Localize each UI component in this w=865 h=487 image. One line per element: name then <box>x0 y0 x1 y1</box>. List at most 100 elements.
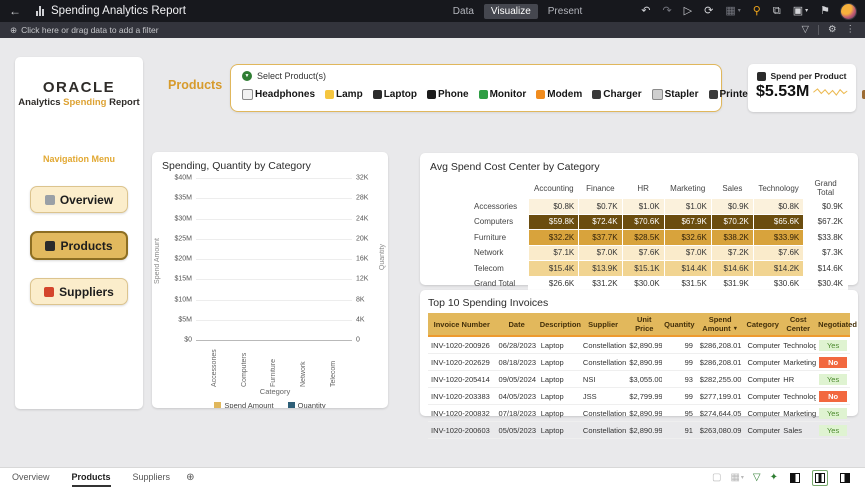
product-filter-box[interactable]: ▼ Select Product(s) HeadphonesLampLaptop… <box>230 64 722 112</box>
canvas-tab-products[interactable]: Products <box>72 468 111 487</box>
invoice-col-quantity[interactable]: Quantity <box>662 313 696 336</box>
chip-label: Charger <box>603 89 641 100</box>
invoice-col-spend-amount[interactable]: Spend Amount▼ <box>696 313 745 336</box>
pivot-grand-total-cell[interactable]: $33.8K <box>804 230 848 246</box>
pivot-value-cell[interactable]: $7.1K <box>529 245 579 261</box>
invoice-col-category[interactable]: Category <box>744 313 780 336</box>
pivot-value-cell[interactable]: $0.9K <box>711 199 753 215</box>
pivot-value-cell[interactable]: $72.4K <box>579 214 622 230</box>
invoice-cell: 91 <box>662 422 696 439</box>
product-chip-printer[interactable]: Printer <box>709 89 752 100</box>
product-chip-phone[interactable]: Phone <box>427 89 469 100</box>
preview-image-icon[interactable]: ▢ <box>712 472 721 483</box>
pivot-value-cell[interactable]: $65.6K <box>753 214 803 230</box>
pivot-value-cell[interactable]: $7.6K <box>622 245 664 261</box>
undo-icon[interactable]: ↶ <box>641 6 650 17</box>
add-canvas-button[interactable]: ⊕ <box>186 472 194 483</box>
product-chip-lamp[interactable]: Lamp <box>325 89 363 100</box>
back-button[interactable]: ← <box>0 0 30 22</box>
pivot-value-cell[interactable]: $1.0K <box>664 199 711 215</box>
pivot-value-cell[interactable]: $15.1K <box>622 261 664 277</box>
invoice-row: INV-1020-20083207/18/2023LaptopConstella… <box>428 405 850 422</box>
save-icon[interactable]: ▣▾ <box>793 6 808 17</box>
canvas-layout-icon[interactable]: ▦▾ <box>730 472 743 483</box>
redo-icon[interactable]: ↷ <box>662 6 671 17</box>
mode-tab-present[interactable]: Present <box>541 4 589 19</box>
filter-green-icon[interactable]: ▽ <box>753 472 761 483</box>
pivot-value-cell[interactable]: $0.8K <box>753 199 803 215</box>
pivot-value-cell[interactable]: $28.5K <box>622 230 664 246</box>
pivot-value-cell[interactable]: $32.6K <box>664 230 711 246</box>
canvas-tab-overview[interactable]: Overview <box>12 468 50 487</box>
pivot-value-cell[interactable]: $14.6K <box>711 261 753 277</box>
auto-insights-icon[interactable]: ✦ <box>770 472 778 483</box>
product-chip-stapler[interactable]: Stapler <box>652 89 699 100</box>
invoice-col-supplier[interactable]: Supplier <box>580 313 626 336</box>
negotiated-badge: Yes <box>819 374 847 385</box>
refresh-data-icon[interactable]: ⟳ <box>704 6 713 17</box>
legend-spend-amount: Spend Amount <box>214 401 273 408</box>
gear-icon[interactable]: ⚙ <box>828 25 837 35</box>
pivot-value-cell[interactable]: $7.0K <box>579 245 622 261</box>
pivot-value-cell[interactable]: $59.8K <box>529 214 579 230</box>
product-chip-monitor[interactable]: Monitor <box>479 89 527 100</box>
pivot-value-cell[interactable]: $33.9K <box>753 230 803 246</box>
pivot-value-cell[interactable]: $0.7K <box>579 199 622 215</box>
sidebar-item-products[interactable]: Products <box>30 231 128 260</box>
add-filter-button[interactable]: ⊕ Click here or drag data to add a filte… <box>10 25 159 36</box>
mode-tab-visualize[interactable]: Visualize <box>484 4 538 19</box>
invoice-col-unit-price[interactable]: Unit Price <box>626 313 662 336</box>
charger-icon <box>592 90 601 99</box>
panel-layout-right-icon[interactable] <box>837 470 853 486</box>
canvas-tab-suppliers[interactable]: Suppliers <box>133 468 171 487</box>
pivot-value-cell[interactable]: $70.2K <box>711 214 753 230</box>
pivot-value-cell[interactable]: $15.4K <box>529 261 579 277</box>
product-chip-modem[interactable]: Modem <box>536 89 582 100</box>
product-chip-headphones[interactable]: Headphones <box>242 89 315 100</box>
invoice-cell: No <box>816 388 850 405</box>
pivot-value-cell[interactable]: $13.9K <box>579 261 622 277</box>
pivot-value-cell[interactable]: $14.2K <box>753 261 803 277</box>
pivot-value-cell[interactable]: $7.6K <box>753 245 803 261</box>
panel-layout-left-icon[interactable] <box>787 470 803 486</box>
invoice-col-date[interactable]: Date <box>496 313 538 336</box>
pivot-value-cell[interactable]: $70.6K <box>622 214 664 230</box>
product-chip-laptop[interactable]: Laptop <box>373 89 417 100</box>
invoice-cell: $2,890.99 <box>626 336 662 354</box>
invoice-col-negotiated[interactable]: Negotiated <box>816 313 850 336</box>
invoice-col-invoice-number[interactable]: Invoice Number <box>428 313 496 336</box>
insights-lightbulb-icon[interactable]: ⚲ <box>753 6 761 17</box>
panel-layout-middle-icon[interactable] <box>812 470 828 486</box>
sidebar-item-suppliers[interactable]: Suppliers <box>30 278 128 305</box>
pivot-value-cell[interactable]: $32.2K <box>529 230 579 246</box>
invoice-cell: Constellation <box>580 336 626 354</box>
axis-tick: $10M <box>174 296 192 303</box>
sidebar-item-overview[interactable]: Overview <box>30 186 128 213</box>
product-chip-desk[interactable]: Desk <box>862 89 865 100</box>
filter-tools-icon[interactable]: ▽ <box>802 25 809 35</box>
bookmark-icon[interactable]: ⚑ <box>820 6 830 17</box>
pivot-value-cell[interactable]: $1.0K <box>622 199 664 215</box>
kebab-menu-icon[interactable]: ⋮ <box>846 25 856 35</box>
pivot-grand-total-cell[interactable]: $67.2K <box>804 214 848 230</box>
user-avatar[interactable] <box>840 3 857 20</box>
pivot-value-cell[interactable]: $14.4K <box>664 261 711 277</box>
pivot-value-cell[interactable]: $37.7K <box>579 230 622 246</box>
pivot-value-cell[interactable]: $7.0K <box>664 245 711 261</box>
invoices-header-row: Invoice NumberDateDescriptionSupplierUni… <box>428 313 850 336</box>
pivot-grand-total-cell[interactable]: $0.9K <box>804 199 848 215</box>
mode-tab-data[interactable]: Data <box>446 4 481 19</box>
pivot-value-cell[interactable]: $38.2K <box>711 230 753 246</box>
pivot-value-cell[interactable]: $67.9K <box>664 214 711 230</box>
play-icon[interactable]: ▷ <box>684 6 692 17</box>
workbook-chart-icon <box>36 6 44 16</box>
pivot-value-cell[interactable]: $7.2K <box>711 245 753 261</box>
pivot-grand-total-cell[interactable]: $14.6K <box>804 261 848 277</box>
pivot-value-cell[interactable]: $0.8K <box>529 199 579 215</box>
product-chip-charger[interactable]: Charger <box>592 89 641 100</box>
export-icon[interactable]: ⧉ <box>773 6 781 17</box>
invoice-col-cost-center[interactable]: Cost Center <box>780 313 816 336</box>
canvas-layout-icon[interactable]: ▦▾ <box>725 6 740 17</box>
pivot-grand-total-cell[interactable]: $7.3K <box>804 245 848 261</box>
invoice-col-description[interactable]: Description <box>538 313 580 336</box>
